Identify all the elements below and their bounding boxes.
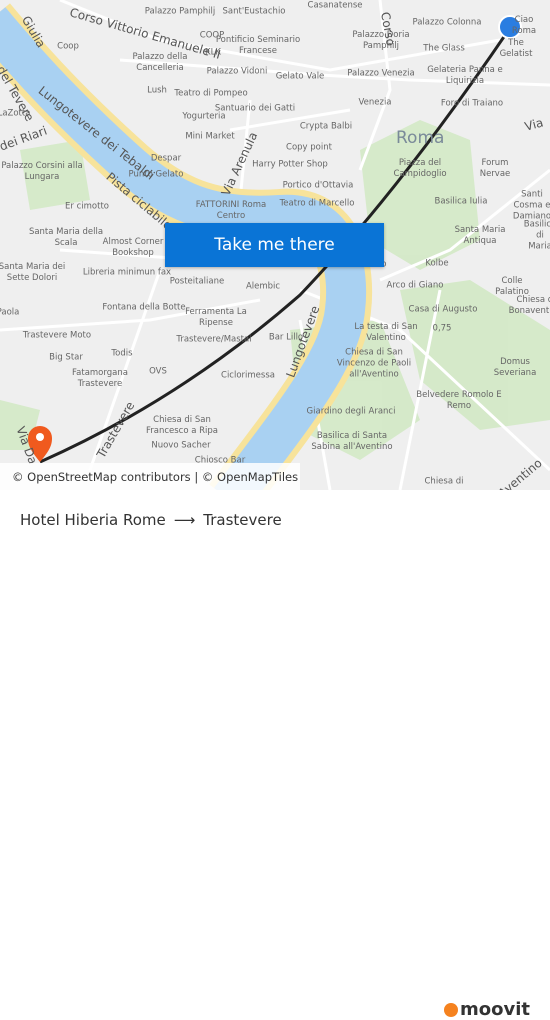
poi-label: Big Star — [49, 352, 83, 363]
poi-label: OVS — [149, 366, 167, 377]
poi-label: Alembic — [245, 281, 281, 292]
poi-label: Mini Market — [185, 131, 235, 142]
poi-label: Foro di Traiano — [440, 98, 504, 109]
poi-label: Basilica di Santa Sabina all'Aventino — [311, 431, 393, 452]
poi-label: Chiesa di Bonaventura — [508, 295, 550, 316]
poi-label: Libreria minimun fax — [82, 267, 172, 278]
poi-label: Gelato Vale — [275, 71, 325, 82]
poi-label: Belvedere Romolo E Remo — [416, 390, 502, 411]
poi-label: Casanatense — [307, 0, 363, 11]
poi-label: The Gelatist — [499, 38, 533, 59]
poi-label: Chiesa di San Francesco a Ripa — [145, 415, 219, 436]
map[interactable]: Palazzo Pamphilj Sant'Eustachio Casanatens… — [0, 0, 550, 490]
poi-label: Chiesa di — [424, 476, 464, 487]
poi-label: Sant'Eustachio — [222, 6, 286, 17]
destination-name: Trastevere — [203, 511, 282, 529]
poi-label: Santa Maria Antiqua — [454, 225, 506, 246]
poi-label: Despar — [150, 153, 182, 164]
moovit-logo[interactable]: moovit — [444, 999, 530, 1020]
poi-label: Gelateria Panna e Liquirizia — [427, 65, 503, 86]
poi-label: Trastevere Moto — [22, 330, 92, 341]
poi-label: Portico d'Ottavia — [282, 180, 354, 191]
poi-label: Nuovo Sacher — [151, 440, 211, 451]
poi-label: Venezia — [358, 97, 392, 108]
poi-label: Basilica di Maria — [523, 219, 550, 252]
poi-label: Chiesa di San Vincenzo de Paoli all'Aven… — [336, 347, 412, 380]
origin-name: Hotel Hiberia Rome — [20, 511, 166, 529]
moovit-logo-icon — [444, 1002, 458, 1017]
poi-label: Todis — [111, 348, 133, 359]
poi-label: Domus Severiana — [493, 357, 537, 378]
take-me-there-button[interactable]: Take me there — [165, 223, 384, 267]
poi-label: 0,75 — [432, 323, 452, 334]
poi-label: Santuario dei Gatti — [214, 103, 296, 114]
footer: Hotel Hiberia Rome ⟶ Trastevere moovit — [0, 490, 550, 1020]
poi-label: Palazzo Corsini alla Lungara — [1, 161, 83, 182]
poi-label: Paola — [0, 307, 20, 318]
poi-label: Copy point — [286, 142, 332, 153]
poi-label: Kolbe — [425, 258, 449, 269]
poi-label: Coop — [57, 41, 79, 52]
poi-label: Giardino degli Aranci — [306, 406, 396, 417]
poi-label: Yogurteria — [182, 111, 226, 122]
poi-label: Harry Potter Shop — [252, 159, 328, 170]
poi-label: Teatro di Marcello — [279, 198, 355, 209]
poi-label: Ciao Roma — [511, 15, 537, 36]
poi-label: Fatamorgana Trastevere — [72, 368, 128, 389]
poi-label: Palazzo della Cancelleria — [132, 52, 188, 73]
poi-label: Palazzo Venezia — [347, 68, 415, 79]
poi-label: Ciclorimessa — [221, 370, 275, 381]
poi-label: Teatro di Pompeo — [174, 88, 248, 99]
poi-label: The Glass — [423, 43, 465, 54]
poi-label: Casa di Augusto — [408, 304, 478, 315]
poi-label: Er cimotto — [65, 201, 109, 212]
poi-label: Santa Maria dei Sette Dolori — [0, 262, 66, 283]
poi-label: Santi Cosma e Damiano — [512, 189, 550, 222]
poi-label: Forum Nervae — [479, 158, 511, 179]
poi-label: Palazzo Pamphilj — [144, 6, 216, 17]
poi-label: Trastevere/Mastai — [176, 334, 252, 345]
poi-label: FATTORINI Roma Centro — [195, 200, 267, 221]
poi-label: Arco di Giano — [386, 280, 444, 291]
poi-label: Lush — [147, 85, 167, 96]
poi-label: Basilica Iulia — [434, 196, 488, 207]
city-label: Roma — [396, 128, 445, 148]
poi-label: Posteitaliane — [169, 276, 225, 287]
poi-label: Ferramenta La Ripense — [185, 307, 247, 328]
route-title: Hotel Hiberia Rome ⟶ Trastevere — [20, 511, 282, 529]
poi-label: Crypta Balbi — [299, 121, 353, 132]
arrow-right-icon: ⟶ — [173, 511, 196, 529]
poi-label: Palazzo Vidoni — [206, 66, 268, 77]
poi-label: La testa di San Valentino — [354, 322, 418, 343]
poi-label: Palazzo Colonna — [412, 17, 482, 28]
map-attribution[interactable]: © OpenStreetMap contributors | © OpenMap… — [0, 463, 300, 490]
poi-label: Piazza del Campidoglio — [393, 158, 447, 179]
poi-label: Pontificio Seminario Francese — [215, 35, 301, 56]
